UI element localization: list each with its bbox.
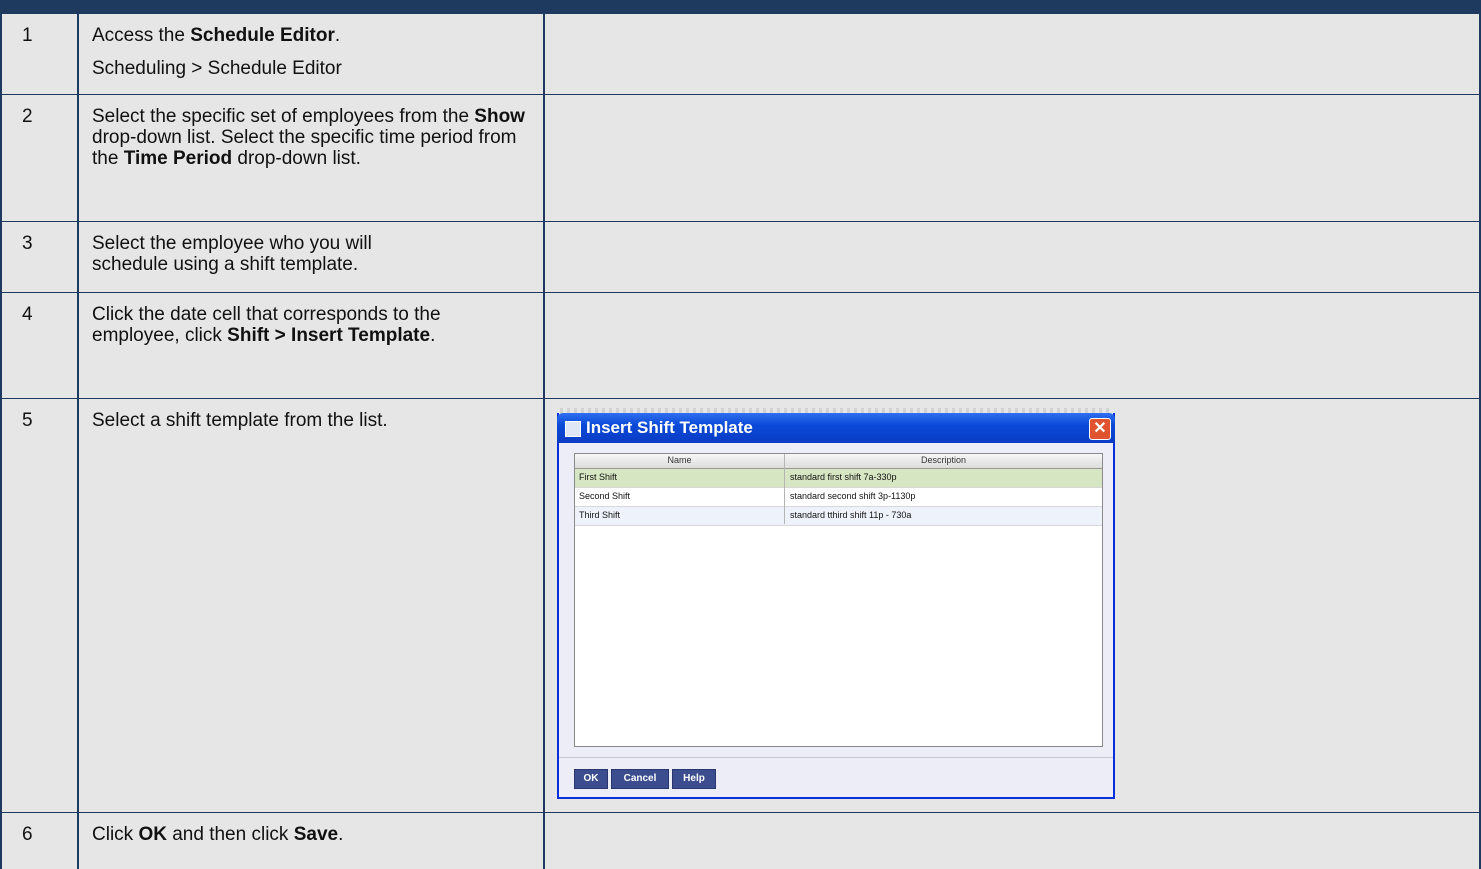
- help-button[interactable]: Help: [672, 769, 716, 789]
- step-text: Select the specific set of employees fro…: [92, 106, 537, 169]
- text-run: Select the employee who you will schedul…: [92, 233, 372, 275]
- close-button[interactable]: ✕: [1089, 418, 1111, 440]
- step-number: 6: [22, 824, 33, 845]
- text-run: and then click: [166, 824, 294, 845]
- menu-path: Scheduling > Schedule Editor: [92, 58, 342, 79]
- ui-term: Shift > Insert Template: [227, 325, 431, 346]
- table-header-bar: [0, 0, 1481, 14]
- shift-name: Third Shift: [579, 510, 621, 520]
- text-run: drop-down list.: [232, 148, 361, 169]
- text-run: Select a shift template from the list.: [92, 410, 388, 431]
- window-app-icon: [565, 421, 581, 437]
- column-header-description[interactable]: Description: [785, 455, 1102, 465]
- step-row-1: 1 Access the Schedule Editor. Scheduling…: [0, 14, 1481, 95]
- ui-term: Time Period: [123, 148, 233, 169]
- column-separator: [784, 454, 785, 524]
- column-header-name[interactable]: Name: [575, 455, 784, 465]
- step-text: Select the employee who you will schedul…: [92, 233, 452, 275]
- step-row-2: 2 Select the specific set of employees f…: [0, 95, 1481, 222]
- step-text: Click the date cell that corresponds to …: [92, 304, 512, 346]
- column-divider: [77, 14, 79, 869]
- ui-term: Schedule Editor: [190, 25, 335, 46]
- ui-term: Save: [293, 824, 339, 845]
- step-row-6: 6 Click OK and then click Save.: [0, 813, 1481, 869]
- step-number: 2: [22, 106, 33, 127]
- shift-template-table: Name Description First Shift standard fi…: [574, 453, 1103, 747]
- table-row[interactable]: Third Shift standard tthird shift 11p - …: [575, 507, 1102, 526]
- step-instruction: Access the Schedule Editor.: [92, 25, 532, 46]
- text-run: Select the specific set of employees fro…: [92, 106, 475, 127]
- text-run: Click: [92, 824, 139, 845]
- table-row[interactable]: Second Shift standard second shift 3p-11…: [575, 488, 1102, 507]
- step-number: 4: [22, 304, 33, 325]
- shift-description: standard tthird shift 11p - 730a: [790, 510, 912, 520]
- step-text: Click OK and then click Save.: [92, 824, 532, 845]
- table-header: Name Description: [575, 454, 1102, 469]
- footer-divider: [559, 757, 1113, 758]
- step-text: Access the Schedule Editor. Scheduling >…: [92, 25, 532, 91]
- ui-term: Show: [474, 106, 525, 127]
- insert-shift-template-dialog: Insert Shift Template ✕ Name Description…: [557, 413, 1115, 799]
- text-run: .: [338, 824, 344, 845]
- text-run: .: [430, 325, 436, 346]
- step-number: 3: [22, 233, 33, 254]
- step-number: 5: [22, 410, 33, 431]
- dialog-title: Insert Shift Template: [586, 418, 753, 437]
- step-text: Select a shift template from the list.: [92, 410, 532, 431]
- column-divider: [543, 14, 545, 869]
- shift-name: First Shift: [579, 472, 618, 482]
- step-row-4: 4 Click the date cell that corresponds t…: [0, 293, 1481, 399]
- text-run: .: [334, 25, 341, 46]
- shift-description: standard first shift 7a-330p: [790, 472, 897, 482]
- table-row[interactable]: First Shift standard first shift 7a-330p: [575, 469, 1102, 488]
- step-number: 1: [22, 25, 33, 46]
- shift-description: standard second shift 3p-1130p: [790, 491, 916, 501]
- dialog-titlebar[interactable]: Insert Shift Template ✕: [557, 413, 1115, 443]
- table-border-left: [0, 14, 2, 869]
- step-row-3: 3 Select the employee who you will sched…: [0, 222, 1481, 293]
- text-run: Access the: [92, 25, 191, 46]
- cancel-button[interactable]: Cancel: [611, 769, 669, 789]
- ui-term: OK: [138, 824, 167, 845]
- ok-button[interactable]: OK: [574, 769, 608, 789]
- shift-name: Second Shift: [579, 491, 631, 501]
